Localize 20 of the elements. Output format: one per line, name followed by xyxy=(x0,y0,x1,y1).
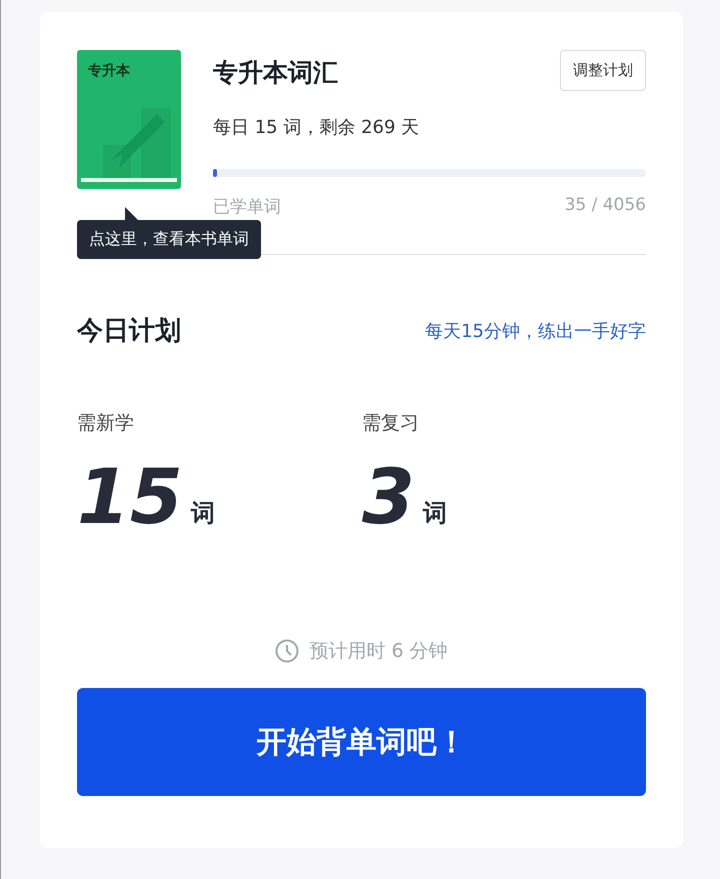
tooltip-pointer xyxy=(125,207,139,221)
estimated-time: 预计用时 6 分钟 xyxy=(309,639,448,664)
stat-unit: 词 xyxy=(422,498,447,529)
cover-title: 专升本 xyxy=(88,63,130,79)
progress-label: 已学单词 xyxy=(213,196,281,218)
book-cover-icon[interactable]: 专升本 xyxy=(77,50,181,189)
promo-link[interactable]: 每天15分钟，练出一手好字 xyxy=(425,318,646,342)
section-title: 今日计划 xyxy=(77,315,181,348)
book-title: 专升本词汇 xyxy=(213,57,338,89)
stat-count: 3 xyxy=(362,459,415,535)
progress-count: 35 / 4056 xyxy=(564,195,646,217)
tooltip: 点这里，查看本书单词 xyxy=(77,220,261,259)
stat-unit: 词 xyxy=(190,498,215,529)
stat-label: 需复习 xyxy=(362,411,420,436)
start-button[interactable]: 开始背单词吧！ xyxy=(77,688,646,796)
daily-schedule: 每日 15 词，剩余 269 天 xyxy=(213,116,420,139)
clock-icon xyxy=(275,639,300,663)
adjust-plan-button[interactable]: 调整计划 xyxy=(560,50,646,91)
stat-label: 需新学 xyxy=(77,411,135,436)
stat-count: 15 xyxy=(77,459,183,535)
